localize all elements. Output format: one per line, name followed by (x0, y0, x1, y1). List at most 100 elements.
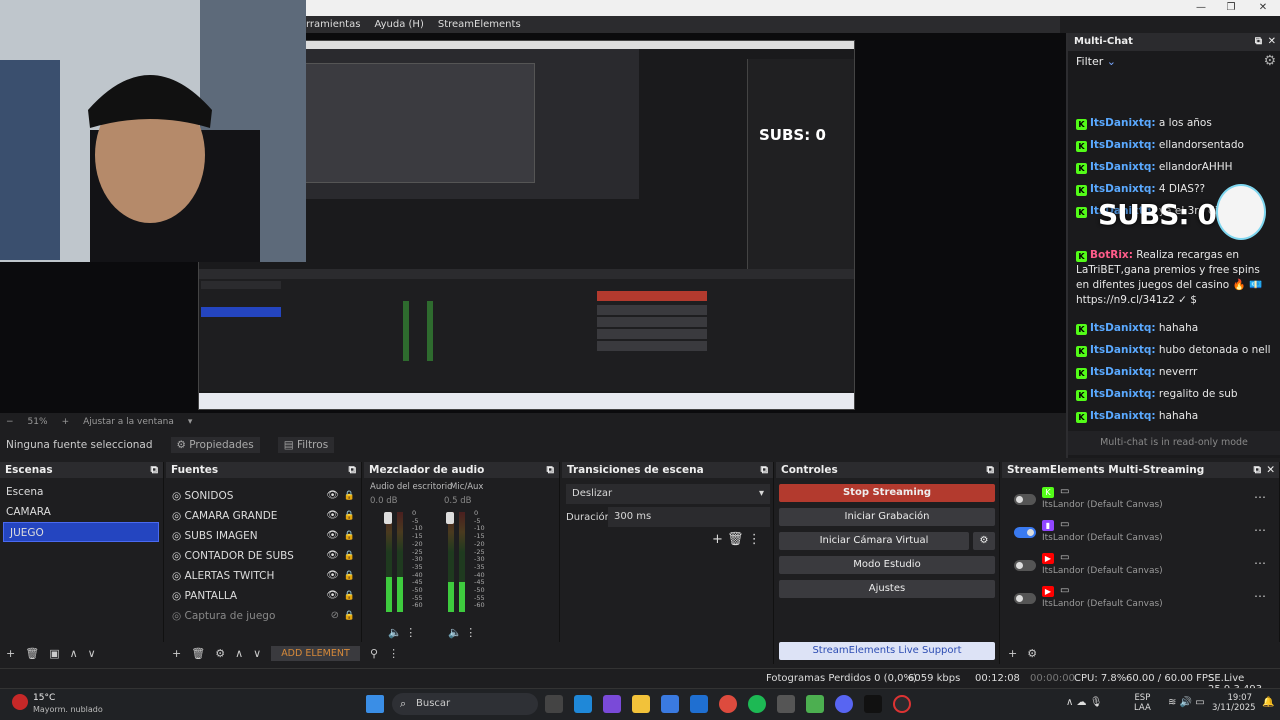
notification-icon[interactable]: 🔔 (1262, 697, 1274, 708)
copilot-icon[interactable] (603, 695, 621, 713)
visibility-icon[interactable]: 👁 (326, 486, 339, 506)
undock-icon[interactable]: ⧉ (761, 462, 769, 478)
menu-streamelements[interactable]: StreamElements (438, 19, 521, 30)
source-item[interactable]: ◎ Captura de juego ⊘ 🔒 (166, 606, 361, 626)
lock-icon[interactable]: 🔒 (344, 566, 355, 586)
fit-window-label[interactable]: Ajustar a la ventana (83, 417, 174, 427)
more-icon[interactable]: ⋯ (1254, 490, 1266, 504)
menu-icon[interactable]: ⋮ (748, 532, 761, 547)
arrow-down-icon[interactable]: ∨ (253, 647, 261, 660)
stream-toggle[interactable] (1014, 560, 1036, 571)
outlook-icon[interactable] (690, 695, 708, 713)
gear-icon[interactable]: ⚙ (1263, 53, 1276, 69)
lock-icon[interactable]: 🔒 (344, 546, 355, 566)
gear-icon[interactable]: ⚙ (973, 532, 995, 550)
tray-icons[interactable]: ∧ ☁ 🎙 (1066, 697, 1102, 708)
windows-start-icon[interactable] (366, 695, 384, 713)
trash-icon[interactable]: 🗑 (25, 647, 39, 660)
close-icon[interactable]: ✕ (1266, 462, 1275, 478)
minimize-icon[interactable]: — (1190, 1, 1212, 15)
menu-icon[interactable]: ⋮ (388, 647, 399, 660)
stream-toggle[interactable] (1014, 527, 1036, 538)
lock-icon[interactable]: 🔒 (344, 486, 355, 506)
virtual-camera-button[interactable]: Iniciar Cámara Virtual (779, 532, 969, 550)
source-item[interactable]: ◎ SUBS IMAGEN 👁 🔒 (166, 526, 361, 546)
link-icon[interactable]: ⚲ (370, 647, 378, 660)
undock-icon[interactable]: ⧉ (1255, 33, 1262, 51)
scene-item[interactable]: Escena (0, 482, 163, 502)
visibility-icon[interactable]: 👁 (326, 546, 339, 566)
scene-item[interactable]: CAMARA (0, 502, 163, 522)
duration-input[interactable]: 300 ms (608, 507, 770, 527)
volume-slider[interactable] (384, 512, 392, 524)
gear-icon[interactable]: ⚙ (1027, 647, 1037, 660)
trash-icon[interactable]: 🗑 (191, 647, 205, 660)
store-icon[interactable] (661, 695, 679, 713)
obs-icon[interactable] (893, 695, 911, 713)
more-icon[interactable]: ⋯ (1254, 556, 1266, 570)
minecraft-icon[interactable] (806, 695, 824, 713)
clock[interactable]: 19:07 3/11/2025 (1212, 693, 1256, 713)
filters-button[interactable]: ▤ Filtros (277, 437, 335, 453)
chrome-icon[interactable] (719, 695, 737, 713)
lock-icon[interactable]: 🔒 (344, 526, 355, 546)
undock-icon[interactable]: ⧉ (547, 462, 555, 478)
add-element-button[interactable]: ADD ELEMENT (271, 645, 360, 661)
add-icon[interactable]: + (172, 647, 181, 660)
lock-icon[interactable]: 🔒 (344, 606, 355, 626)
tiktok-icon[interactable] (864, 695, 882, 713)
undock-icon[interactable]: ⧉ (1254, 462, 1262, 478)
visibility-icon[interactable]: 👁 (326, 586, 339, 606)
maximize-icon[interactable]: ❐ (1220, 1, 1242, 15)
add-icon[interactable]: + (1008, 647, 1017, 660)
more-icon[interactable]: ⋯ (1254, 523, 1266, 537)
stop-streaming-button[interactable]: Stop Streaming (779, 484, 995, 502)
discord-icon[interactable] (835, 695, 853, 713)
capcut-icon[interactable] (777, 695, 795, 713)
undock-icon[interactable]: ⧉ (349, 462, 357, 478)
undock-icon[interactable]: ⧉ (987, 462, 995, 478)
source-item[interactable]: ◎ SONIDOS 👁 🔒 (166, 486, 361, 506)
spotify-icon[interactable] (748, 695, 766, 713)
arrow-up-icon[interactable]: ∧ (70, 647, 78, 660)
source-item[interactable]: ◎ PANTALLA 👁 🔒 (166, 586, 361, 606)
add-icon[interactable]: + (6, 647, 15, 660)
volume-slider[interactable] (446, 512, 454, 524)
add-icon[interactable]: + (712, 532, 723, 547)
undock-icon[interactable]: ⧉ (151, 462, 159, 478)
zoom-plus-icon[interactable]: + (62, 417, 70, 427)
speaker-icon[interactable]: 🔈 ⋮ (448, 626, 476, 639)
source-item[interactable]: ◎ ALERTAS TWITCH 👁 🔒 (166, 566, 361, 586)
lock-icon[interactable]: 🔒 (344, 586, 355, 606)
menu-tools[interactable]: rramientas (306, 19, 360, 30)
filter-dropdown[interactable]: Filter ⌄ (1076, 55, 1116, 68)
visibility-icon[interactable]: 👁 (326, 506, 339, 526)
edge-icon[interactable] (574, 695, 592, 713)
lock-icon[interactable]: 🔒 (344, 506, 355, 526)
visibility-icon[interactable]: 👁 (326, 566, 339, 586)
speaker-icon[interactable]: 🔈 ⋮ (388, 626, 416, 639)
task-view-icon[interactable] (545, 695, 563, 713)
live-support-button[interactable]: StreamElements Live Support (779, 642, 995, 660)
system-tray[interactable]: ≋ 🔊 ▭ (1168, 697, 1205, 708)
zoom-minus-icon[interactable]: − (6, 417, 14, 427)
trash-icon[interactable]: 🗑 (727, 532, 744, 547)
source-item[interactable]: ◎ CONTADOR DE SUBS 👁 🔒 (166, 546, 361, 566)
source-item[interactable]: ◎ CAMARA GRANDE 👁 🔒 (166, 506, 361, 526)
properties-button[interactable]: ⚙ Propiedades (170, 437, 260, 453)
transition-select[interactable]: Deslizar ▾ (566, 484, 770, 504)
visibility-icon[interactable]: 👁 (326, 526, 339, 546)
menu-help[interactable]: Ayuda (H) (374, 19, 423, 30)
stream-toggle[interactable] (1014, 494, 1036, 505)
scene-item-selected[interactable]: JUEGO (3, 522, 159, 542)
visibility-icon[interactable]: ⊘ (331, 606, 339, 626)
gear-icon[interactable]: ⚙ (215, 647, 225, 660)
weather-temp[interactable]: 15°C (33, 693, 55, 703)
close-icon[interactable]: ✕ (1268, 33, 1276, 51)
filter-icon[interactable]: ▣ (49, 647, 59, 660)
chevron-down-icon[interactable]: ▾ (188, 417, 193, 427)
stream-toggle[interactable] (1014, 593, 1036, 604)
taskbar-search[interactable]: Buscar (392, 693, 538, 715)
arrow-up-icon[interactable]: ∧ (235, 647, 243, 660)
more-icon[interactable]: ⋯ (1254, 589, 1266, 603)
